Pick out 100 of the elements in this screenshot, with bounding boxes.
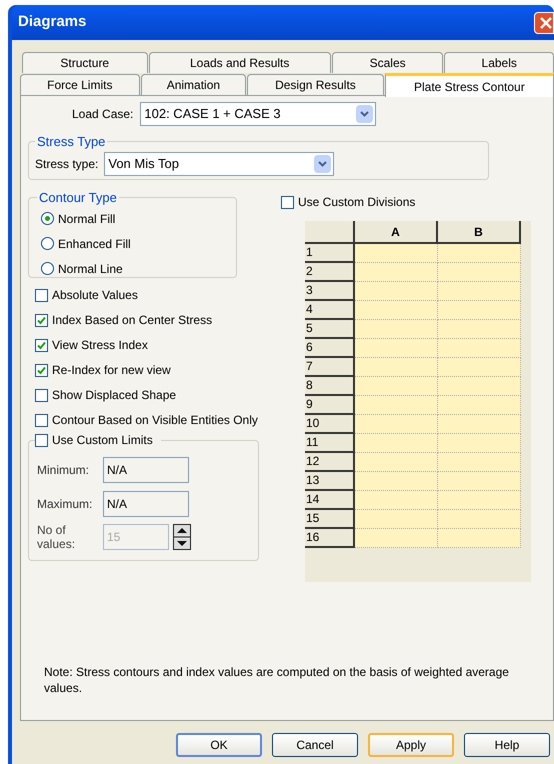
tab[interactable]: Labels (444, 52, 554, 73)
checkbox[interactable] (35, 314, 48, 326)
table-cell[interactable] (438, 301, 521, 320)
row-header: 15 (305, 510, 355, 529)
checkbox-label: Contour Based on Visible Entities Only (52, 412, 258, 429)
table-cell[interactable] (438, 244, 521, 263)
load-case-value: 102: CASE 1 + CASE 3 (144, 105, 281, 124)
row-header: 5 (305, 320, 355, 339)
table-cell[interactable] (355, 472, 438, 491)
row-header: 8 (305, 377, 355, 396)
tab[interactable]: Animation (140, 74, 246, 95)
radio-label: Enhanced Fill (58, 236, 131, 252)
table-cell[interactable] (438, 510, 521, 529)
table-cell[interactable] (355, 529, 438, 548)
table-cell[interactable] (438, 415, 521, 434)
check-icon (37, 366, 46, 374)
checkbox[interactable] (35, 434, 48, 446)
table-cell[interactable] (355, 282, 438, 301)
field-label: No of values: (37, 523, 76, 551)
checkbox[interactable] (35, 388, 48, 402)
table-cell[interactable] (355, 510, 438, 529)
table-cell[interactable] (438, 358, 521, 377)
window-title: Diagrams (18, 12, 86, 32)
row-header: 12 (305, 453, 355, 472)
table-cell[interactable] (438, 396, 521, 415)
caret-icon (360, 111, 370, 117)
checkbox-label: View Stress Index (52, 337, 148, 354)
radio-button[interactable] (41, 262, 54, 275)
dropdown-button[interactable] (356, 105, 374, 123)
table-cell[interactable] (438, 339, 521, 358)
stress-type-label: Stress type: (35, 156, 98, 172)
radio-label: Normal Line (58, 260, 123, 278)
table-cell[interactable] (438, 282, 521, 301)
table-cell[interactable] (438, 472, 521, 491)
table-cell[interactable] (355, 415, 438, 434)
dialog-button[interactable]: Help (464, 733, 550, 757)
checkbox[interactable] (35, 414, 48, 426)
table-cell[interactable] (438, 320, 521, 339)
stress-type-dropdown[interactable]: Von Mis Top (104, 152, 334, 176)
row-header: 7 (305, 358, 355, 377)
row-header: 3 (305, 282, 355, 301)
tab[interactable]: Plate Stress Contour (384, 73, 554, 97)
radio-button[interactable] (41, 237, 54, 250)
checkbox-label: Index Based on Center Stress (52, 312, 212, 329)
table-cell[interactable] (355, 263, 438, 282)
row-header: 2 (305, 263, 355, 282)
dialog-button[interactable]: OK (176, 733, 262, 757)
load-case-label: Load Case: (72, 106, 134, 123)
table-cell[interactable] (438, 434, 521, 453)
checkbox[interactable] (281, 196, 294, 208)
row-header: 10 (305, 415, 355, 434)
table-cell[interactable] (355, 358, 438, 377)
table-cell[interactable] (355, 453, 438, 472)
field-label: Minimum: (37, 462, 90, 479)
tab[interactable]: Force Limits (20, 74, 140, 95)
table-cell[interactable] (355, 396, 438, 415)
checkbox[interactable] (35, 364, 48, 376)
checkbox-label: Use Custom Limits (52, 432, 153, 449)
close-icon (540, 16, 552, 28)
table-cell[interactable] (438, 377, 521, 396)
dropdown-button[interactable] (314, 154, 332, 172)
row-header: 13 (305, 472, 355, 491)
group-title: Contour Type (38, 189, 118, 207)
checkbox-label: Absolute Values (52, 287, 138, 304)
tab[interactable]: Design Results (247, 74, 384, 95)
tab[interactable]: Loads and Results (148, 52, 331, 73)
row-header: 16 (305, 529, 355, 548)
checkbox[interactable] (35, 288, 48, 302)
table-cell[interactable] (438, 453, 521, 472)
dialog-button[interactable]: Apply (368, 733, 454, 757)
radio-label: Normal Fill (58, 210, 116, 228)
tab[interactable]: Structure (22, 52, 148, 73)
table-cell[interactable] (355, 434, 438, 453)
table-cell[interactable] (438, 491, 521, 510)
tab[interactable]: Scales (332, 52, 444, 73)
table-cell[interactable] (438, 529, 521, 548)
input-field[interactable]: N/A (103, 457, 189, 483)
radio-button[interactable] (41, 212, 54, 225)
table-cell[interactable] (355, 491, 438, 510)
checkbox-label: Re-Index for new view (52, 362, 171, 379)
check-icon (37, 340, 46, 350)
input-field[interactable]: N/A (103, 491, 189, 517)
close-button[interactable] (534, 12, 554, 34)
field-label: Maximum: (37, 496, 94, 513)
stress-type-value: Von Mis Top (108, 154, 179, 173)
table-cell[interactable] (355, 244, 438, 263)
spinner-icon[interactable] (173, 524, 191, 550)
table-cell[interactable] (355, 339, 438, 358)
row-header: 14 (305, 491, 355, 510)
table-cell[interactable] (355, 320, 438, 339)
caret-icon (318, 160, 328, 166)
table-cell[interactable] (438, 263, 521, 282)
table-cell[interactable] (355, 377, 438, 396)
checkbox[interactable] (35, 338, 48, 352)
checkbox-label: Use Custom Divisions (298, 194, 416, 211)
table-cell[interactable] (355, 301, 438, 320)
note-text: Note: Stress contours and index values are computed on the basis of weighted average values. (43, 664, 510, 696)
group-title: Stress Type (36, 133, 106, 151)
load-case-dropdown[interactable]: 102: CASE 1 + CASE 3 (140, 102, 376, 126)
dialog-button[interactable]: Cancel (272, 733, 358, 757)
